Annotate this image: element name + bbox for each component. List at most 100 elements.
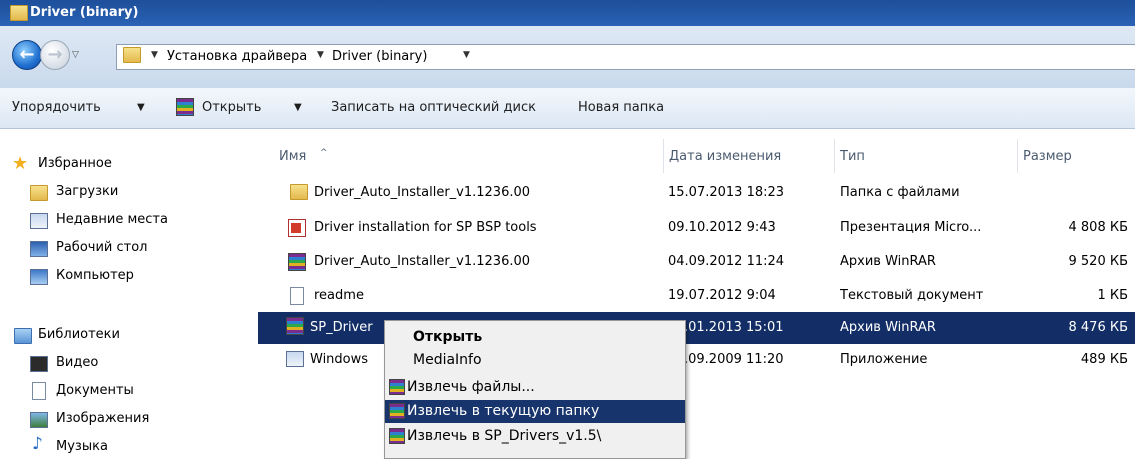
arrow-right-icon: → bbox=[47, 44, 63, 65]
menu-item-extract-files[interactable]: Извлечь файлы... bbox=[385, 376, 685, 399]
file-size: 8 476 КБ bbox=[1068, 320, 1129, 335]
navigation-pane: ★ Избранное Загрузки Недавние места Рабо… bbox=[0, 129, 258, 457]
command-bar: Упорядочить ▼ Открыть ▼ Записать на опти… bbox=[0, 88, 1135, 129]
chevron-down-icon[interactable]: ▼ bbox=[137, 102, 145, 113]
winrar-icon bbox=[389, 379, 405, 395]
menu-item-mediainfo[interactable]: MediaInfo bbox=[385, 349, 685, 372]
winrar-icon bbox=[389, 428, 405, 444]
menu-item-label: Извлечь файлы... bbox=[407, 379, 535, 395]
sidebar-item-video[interactable]: Видео bbox=[56, 355, 98, 370]
title-bar: Driver (binary) bbox=[0, 0, 1135, 26]
file-type: Архив WinRAR bbox=[840, 320, 936, 335]
chevron-down-icon[interactable]: ▼ bbox=[463, 50, 470, 60]
file-name: Driver_Auto_Installer_v1.1236.00 bbox=[314, 185, 531, 200]
desktop-icon bbox=[30, 241, 48, 257]
menu-item-open[interactable]: Открыть bbox=[385, 326, 685, 349]
file-name: SP_Driver bbox=[310, 320, 373, 335]
sidebar-item-music[interactable]: Музыка bbox=[56, 439, 108, 454]
file-date: .01.2013 15:01 bbox=[684, 320, 784, 335]
column-header-name[interactable]: Имя ^ bbox=[273, 139, 664, 173]
downloads-icon bbox=[30, 185, 48, 201]
sidebar-item-recent-places[interactable]: Недавние места bbox=[56, 212, 168, 227]
favorites-header[interactable]: Избранное bbox=[38, 156, 112, 171]
text-file-icon bbox=[290, 287, 304, 305]
file-size: 9 520 КБ bbox=[1068, 254, 1129, 269]
application-icon bbox=[286, 351, 304, 367]
table-row[interactable]: Driver installation for SP BSP tools 09.… bbox=[258, 216, 1135, 240]
star-icon: ★ bbox=[12, 153, 29, 174]
column-label: Дата изменения bbox=[669, 149, 782, 164]
file-date: .09.2009 11:20 bbox=[684, 352, 784, 367]
file-size: 4 808 КБ bbox=[1068, 220, 1129, 235]
file-type: Презентация Micro... bbox=[840, 220, 982, 235]
file-type: Приложение bbox=[840, 352, 928, 367]
column-label: Тип bbox=[840, 149, 865, 164]
libraries-icon bbox=[14, 328, 32, 344]
context-menu: Открыть MediaInfo Извлечь файлы... Извле… bbox=[384, 320, 686, 459]
column-header-size[interactable]: Размер bbox=[1017, 139, 1135, 173]
sidebar-item-computer[interactable]: Компьютер bbox=[56, 268, 134, 283]
documents-icon bbox=[32, 382, 46, 400]
winrar-icon bbox=[288, 253, 306, 271]
menu-item-label: Извлечь в текущую папку bbox=[407, 403, 600, 419]
file-date: 19.07.2012 9:04 bbox=[668, 288, 776, 303]
file-type: Архив WinRAR bbox=[840, 254, 936, 269]
libraries-header[interactable]: Библиотеки bbox=[38, 327, 120, 342]
column-label: Размер bbox=[1023, 149, 1072, 164]
table-row[interactable]: Driver_Auto_Installer_v1.1236.00 04.09.2… bbox=[258, 250, 1135, 274]
powerpoint-icon bbox=[288, 219, 306, 237]
video-icon bbox=[30, 356, 48, 372]
menu-item-extract-here[interactable]: Извлечь в текущую папку bbox=[385, 400, 685, 423]
table-row[interactable]: Driver_Auto_Installer_v1.1236.00 15.07.2… bbox=[258, 181, 1135, 205]
winrar-icon bbox=[389, 403, 405, 419]
computer-icon bbox=[30, 269, 48, 285]
organize-button[interactable]: Упорядочить bbox=[12, 100, 101, 115]
breadcrumb-item[interactable]: Driver (binary) bbox=[332, 49, 427, 64]
folder-icon bbox=[290, 184, 308, 200]
open-button[interactable]: Открыть bbox=[202, 100, 261, 115]
file-name: Driver installation for SP BSP tools bbox=[314, 220, 537, 235]
winrar-icon bbox=[286, 317, 304, 335]
file-type: Папка с файлами bbox=[840, 185, 960, 200]
menu-item-label: Открыть bbox=[413, 329, 483, 345]
address-input[interactable]: ▼ Установка драйвера ▼ Driver (binary) ▼ bbox=[116, 44, 1135, 70]
arrow-left-icon: ← bbox=[19, 44, 35, 65]
sort-ascending-icon: ^ bbox=[320, 148, 328, 158]
chevron-right-icon[interactable]: ▼ bbox=[151, 50, 158, 60]
table-row[interactable]: readme 19.07.2012 9:04 Текстовый докумен… bbox=[258, 284, 1135, 308]
file-type: Текстовый документ bbox=[840, 288, 984, 303]
file-name: Driver_Auto_Installer_v1.1236.00 bbox=[314, 254, 531, 269]
column-label: Имя bbox=[279, 149, 307, 164]
folder-icon bbox=[10, 5, 28, 21]
breadcrumb-item[interactable]: Установка драйвера bbox=[167, 49, 307, 64]
menu-item-label: MediaInfo bbox=[413, 352, 482, 368]
menu-item-label: Извлечь в SP_Drivers_v1.5\ bbox=[407, 428, 602, 444]
folder-icon bbox=[123, 47, 141, 63]
file-size: 1 КБ bbox=[1097, 288, 1128, 303]
history-dropdown-icon[interactable]: ▽ bbox=[72, 50, 79, 60]
file-date: 15.07.2013 18:23 bbox=[668, 185, 785, 200]
chevron-down-icon[interactable]: ▼ bbox=[294, 102, 302, 113]
file-name: Windows bbox=[310, 352, 369, 367]
back-button[interactable]: ← bbox=[12, 40, 42, 70]
file-name: readme bbox=[314, 288, 364, 303]
winrar-icon bbox=[176, 98, 194, 116]
burn-disc-button[interactable]: Записать на оптический диск bbox=[331, 100, 536, 115]
menu-item-extract-to-folder[interactable]: Извлечь в SP_Drivers_v1.5\ bbox=[385, 425, 685, 448]
sidebar-item-documents[interactable]: Документы bbox=[56, 383, 134, 398]
sidebar-item-downloads[interactable]: Загрузки bbox=[56, 184, 118, 199]
new-folder-button[interactable]: Новая папка bbox=[578, 100, 664, 115]
file-date: 04.09.2012 11:24 bbox=[668, 254, 785, 269]
chevron-right-icon[interactable]: ▼ bbox=[317, 50, 324, 60]
sidebar-item-pictures[interactable]: Изображения bbox=[56, 411, 149, 426]
column-header-type[interactable]: Тип bbox=[834, 139, 1018, 173]
sidebar-item-desktop[interactable]: Рабочий стол bbox=[56, 240, 147, 255]
music-icon: ♪ bbox=[32, 434, 43, 454]
forward-button[interactable]: → bbox=[40, 40, 70, 70]
file-size: 489 КБ bbox=[1080, 352, 1128, 367]
recent-places-icon bbox=[30, 213, 48, 229]
column-header-date[interactable]: Дата изменения bbox=[663, 139, 835, 173]
file-date: 09.10.2012 9:43 bbox=[668, 220, 776, 235]
window-title: Driver (binary) bbox=[30, 5, 139, 20]
pictures-icon bbox=[30, 412, 48, 428]
